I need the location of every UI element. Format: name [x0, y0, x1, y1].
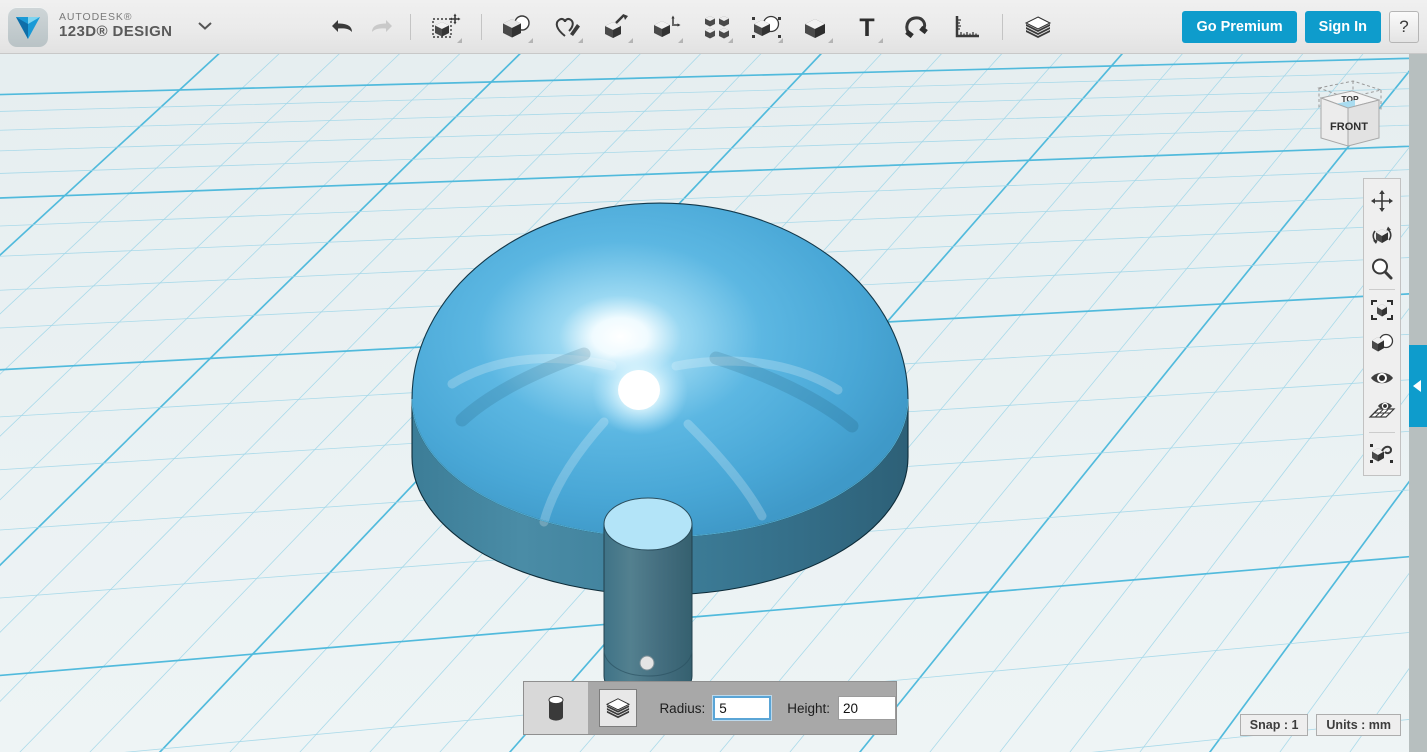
chevron-down-icon [678, 38, 683, 43]
fit-view-tool[interactable] [1366, 293, 1398, 327]
cylinder-solid [604, 498, 692, 702]
layers-toggle-button[interactable] [588, 682, 647, 734]
view-cube-front-label: FRONT [1330, 121, 1368, 133]
cylinder-top-face [604, 498, 692, 550]
toolbar-divider [410, 14, 411, 40]
go-premium-button[interactable]: Go Premium [1182, 11, 1296, 43]
chevron-down-icon [578, 38, 583, 43]
chevron-left-icon [1412, 379, 1424, 393]
autodesk-123d-logo-icon [8, 7, 48, 47]
viewport-scrollbar-track[interactable] [1409, 54, 1427, 752]
brand-line-product: 123D® DESIGN [59, 24, 172, 41]
construct-button[interactable] [598, 7, 636, 47]
navigation-toolbar [1363, 178, 1401, 476]
grouping-button[interactable] [748, 7, 786, 47]
stacked-layers-icon [604, 696, 632, 720]
svg-text:T: T [860, 14, 875, 40]
toolbar-divider [1369, 432, 1395, 433]
chevron-down-icon[interactable] [196, 18, 214, 36]
sketch-button[interactable] [548, 7, 586, 47]
toolbar-divider [481, 14, 482, 40]
visibility-tool[interactable] [1366, 361, 1398, 395]
sign-in-button[interactable]: Sign In [1305, 11, 1381, 43]
material-button[interactable] [798, 7, 836, 47]
status-bar: Snap : 1 Units : mm [1232, 714, 1401, 736]
chevron-down-icon [778, 38, 783, 43]
grid-display-tool[interactable] [1366, 395, 1398, 429]
chevron-down-icon [828, 38, 833, 43]
app-window: AUTODESK® 123D® DESIGN [0, 0, 1427, 752]
height-input[interactable] [838, 696, 896, 720]
3d-viewport[interactable]: TOP FRONT [0, 54, 1409, 752]
visual-style-tool[interactable] [1366, 327, 1398, 361]
primitives-button[interactable] [498, 7, 536, 47]
snap-status-badge[interactable]: Snap : 1 [1240, 714, 1309, 736]
chevron-down-icon [528, 38, 533, 43]
orbit-tool[interactable] [1366, 218, 1398, 252]
chevron-down-icon [457, 38, 462, 43]
scene-objects[interactable] [0, 54, 1409, 752]
pan-tool[interactable] [1366, 184, 1398, 218]
brand-menu[interactable]: AUTODESK® 123D® DESIGN [0, 0, 214, 54]
redo-button[interactable] [362, 7, 400, 47]
transform-button[interactable] [427, 7, 465, 47]
viewport-scrollbar-thumb[interactable] [1409, 345, 1427, 427]
undo-button[interactable] [324, 7, 362, 47]
top-toolbar: AUTODESK® 123D® DESIGN [0, 0, 1427, 54]
height-label: Height: [787, 701, 830, 716]
view-cube[interactable]: TOP FRONT [1313, 76, 1387, 154]
toolbar-divider [1002, 14, 1003, 40]
cylinder-icon [545, 693, 567, 723]
primitive-options-bar: Radius: Height: [523, 681, 897, 735]
radius-input[interactable] [713, 696, 771, 720]
text-button[interactable]: T [848, 7, 886, 47]
chevron-down-icon [728, 38, 733, 43]
toolbar-divider [1369, 289, 1395, 290]
chevron-down-icon [628, 38, 633, 43]
measure-button[interactable] [948, 7, 986, 47]
snap-point-marker [640, 656, 654, 670]
snap-object-tool[interactable] [1366, 436, 1398, 470]
chevron-down-icon [878, 38, 883, 43]
snap-button[interactable] [898, 7, 936, 47]
pattern-button[interactable] [698, 7, 736, 47]
print-3d-button[interactable] [1019, 7, 1057, 47]
units-status-badge[interactable]: Units : mm [1316, 714, 1401, 736]
active-primitive-cylinder[interactable] [524, 682, 588, 734]
help-button[interactable]: ? [1389, 11, 1419, 43]
modify-button[interactable] [648, 7, 686, 47]
zoom-tool[interactable] [1366, 252, 1398, 286]
radius-label: Radius: [659, 701, 705, 716]
